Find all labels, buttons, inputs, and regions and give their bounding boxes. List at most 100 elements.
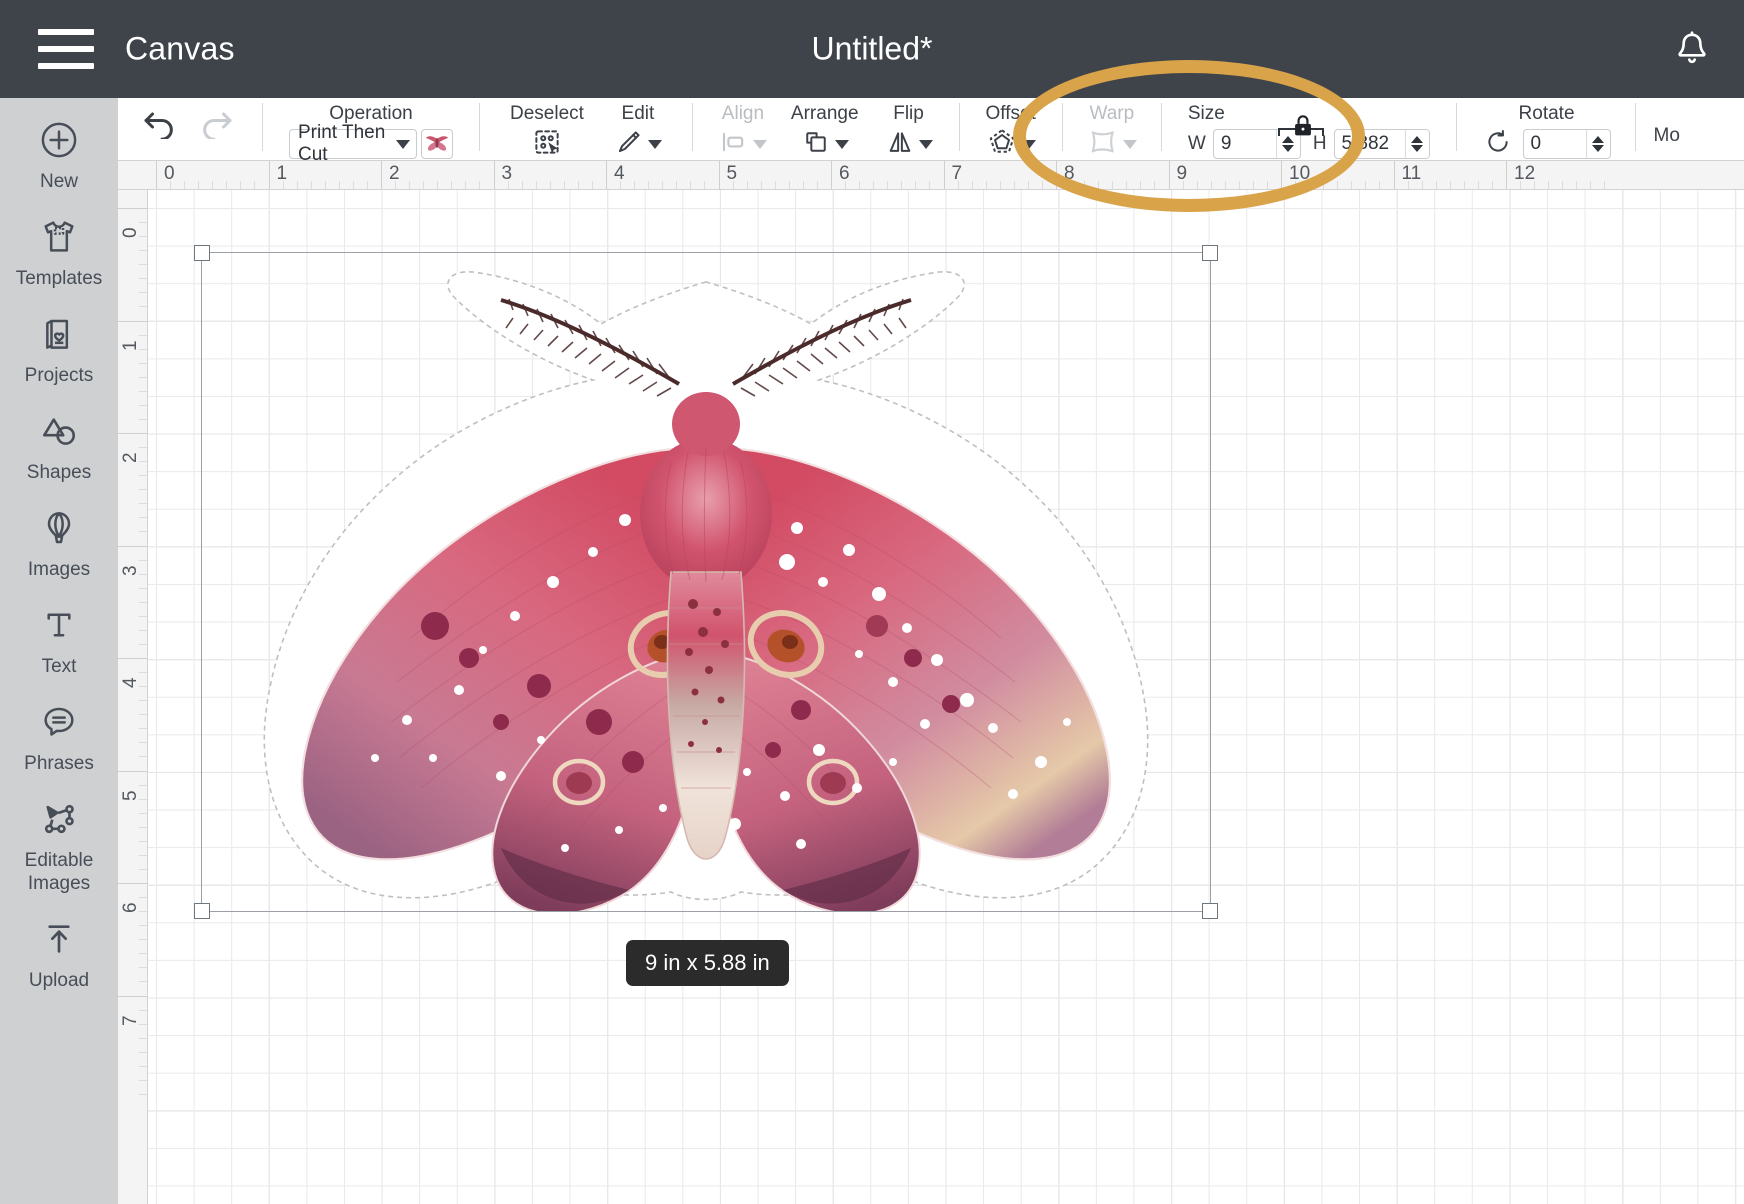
ruler-minor-tick bbox=[139, 981, 147, 982]
ruler-minor-tick bbox=[901, 181, 902, 189]
height-stepper[interactable] bbox=[1405, 130, 1429, 158]
width-input[interactable] bbox=[1214, 130, 1276, 158]
plus-circle-icon bbox=[37, 118, 81, 162]
flip-button[interactable]: Flip bbox=[885, 98, 933, 160]
ruler-minor-tick bbox=[353, 181, 354, 189]
ruler-minor-tick bbox=[139, 813, 147, 814]
pencil-icon bbox=[614, 128, 644, 161]
arrange-layers-icon bbox=[801, 128, 831, 161]
handle-top-left[interactable] bbox=[194, 245, 210, 261]
notification-bell-icon[interactable] bbox=[1664, 21, 1720, 77]
chevron-down-icon[interactable] bbox=[1022, 140, 1036, 149]
chevron-down-icon[interactable] bbox=[1123, 140, 1137, 149]
ruler-minor-tick bbox=[761, 181, 762, 189]
chevron-down-icon[interactable] bbox=[753, 140, 767, 149]
rotate-input[interactable] bbox=[1524, 130, 1586, 158]
ruler-minor-tick bbox=[139, 1038, 147, 1039]
ruler-minor-tick bbox=[139, 1052, 147, 1053]
more-button[interactable]: Mo bbox=[1654, 98, 1680, 160]
sidebar-item-images[interactable]: Images bbox=[0, 494, 118, 591]
height-field[interactable]: H bbox=[1313, 129, 1430, 159]
warp-icon bbox=[1087, 128, 1119, 161]
ruler-minor-tick bbox=[139, 531, 147, 532]
ruler-minor-tick bbox=[1422, 181, 1423, 189]
ruler-minor-tick bbox=[395, 181, 396, 189]
hamburger-menu-icon[interactable] bbox=[38, 29, 94, 69]
ruler-minor-tick bbox=[170, 181, 171, 189]
edit-button[interactable]: Edit bbox=[614, 98, 662, 160]
sidebar-item-templates[interactable]: Templates bbox=[0, 203, 118, 300]
rotate-icon[interactable] bbox=[1483, 128, 1513, 161]
aspect-lock-toggle[interactable] bbox=[1278, 118, 1324, 136]
ruler-minor-tick bbox=[139, 1010, 147, 1011]
ruler-minor-tick bbox=[139, 335, 147, 336]
chevron-down-icon[interactable] bbox=[835, 140, 849, 149]
ruler-minor-tick bbox=[139, 517, 147, 518]
offset-pentagon-icon bbox=[986, 127, 1018, 162]
ruler-tick-label: 11 bbox=[1402, 163, 1422, 185]
align-button[interactable]: Align bbox=[719, 98, 767, 160]
ruler-minor-tick bbox=[139, 630, 147, 631]
ruler-minor-tick bbox=[139, 939, 147, 940]
ruler-minor-tick bbox=[139, 377, 147, 378]
ruler-minor-tick bbox=[662, 181, 663, 189]
rotate-stepper[interactable] bbox=[1586, 130, 1610, 158]
sidebar-item-phrases[interactable]: Phrases bbox=[0, 688, 118, 785]
warp-button[interactable]: Warp bbox=[1087, 98, 1137, 160]
ruler-minor-tick bbox=[139, 911, 147, 912]
sidebar-item-shapes[interactable]: Shapes bbox=[0, 397, 118, 494]
chevron-down-icon[interactable] bbox=[919, 140, 933, 149]
ruler-minor-tick bbox=[859, 181, 860, 189]
arrange-button[interactable]: Arrange bbox=[791, 98, 859, 160]
deselect-label: Deselect bbox=[510, 103, 584, 125]
undo-arrow-icon bbox=[140, 105, 180, 144]
text-t-icon bbox=[37, 603, 81, 647]
handle-bottom-right[interactable] bbox=[1202, 903, 1218, 919]
sidebar-item-projects[interactable]: Projects bbox=[0, 300, 118, 397]
redo-button[interactable] bbox=[196, 98, 236, 160]
sidebar-item-editable-images[interactable]: Editable Images bbox=[0, 785, 118, 905]
offset-button[interactable]: Offset bbox=[986, 98, 1036, 160]
sidebar-item-new[interactable]: New bbox=[0, 106, 118, 203]
flip-horizontal-icon bbox=[885, 128, 915, 161]
ruler-minor-tick bbox=[212, 181, 213, 189]
rotate-field[interactable] bbox=[1523, 129, 1611, 159]
ruler-minor-tick bbox=[550, 181, 551, 189]
ruler-minor-tick bbox=[536, 181, 537, 189]
operation-select[interactable]: Print Then Cut bbox=[289, 129, 417, 159]
ruler-minor-tick bbox=[1464, 181, 1465, 189]
deselect-button[interactable]: Deselect bbox=[510, 98, 584, 160]
ruler-minor-tick bbox=[465, 181, 466, 189]
chevron-down-icon[interactable] bbox=[648, 140, 662, 149]
size-badge: 9 in x 5.88 in bbox=[626, 940, 789, 986]
ruler-tick bbox=[494, 161, 495, 190]
operation-swatch[interactable] bbox=[421, 129, 453, 159]
ruler-minor-tick bbox=[1098, 181, 1099, 189]
tshirt-icon bbox=[37, 215, 81, 259]
ruler-tick bbox=[831, 161, 832, 190]
sidebar-label-projects: Projects bbox=[25, 364, 94, 387]
selection-bounding-box[interactable] bbox=[201, 252, 1211, 912]
handle-bottom-left[interactable] bbox=[194, 903, 210, 919]
sidebar-label-images: Shapes bbox=[27, 461, 91, 484]
height-input[interactable] bbox=[1335, 130, 1405, 158]
ruler-tick bbox=[1506, 161, 1507, 190]
ruler-minor-tick bbox=[676, 181, 677, 189]
ruler-minor-tick bbox=[1450, 181, 1451, 189]
more-label: Mo bbox=[1654, 125, 1680, 147]
ruler-tick bbox=[1169, 161, 1170, 190]
speech-bubble-icon bbox=[37, 700, 81, 744]
ruler-tick bbox=[156, 161, 157, 190]
ruler-minor-tick bbox=[139, 292, 147, 293]
ruler-minor-tick bbox=[1351, 181, 1352, 189]
ruler-minor-tick bbox=[198, 181, 199, 189]
handle-top-right[interactable] bbox=[1202, 245, 1218, 261]
ruler-minor-tick bbox=[1604, 181, 1605, 189]
sidebar-item-upload[interactable]: Upload bbox=[0, 905, 118, 1002]
design-canvas[interactable]: 9 in x 5.88 in bbox=[148, 190, 1744, 1204]
ruler-minor-tick bbox=[139, 799, 147, 800]
sidebar-item-text[interactable]: Text bbox=[0, 591, 118, 688]
ruler-minor-tick bbox=[139, 574, 147, 575]
ruler-minor-tick bbox=[139, 560, 147, 561]
undo-button[interactable] bbox=[140, 98, 180, 160]
